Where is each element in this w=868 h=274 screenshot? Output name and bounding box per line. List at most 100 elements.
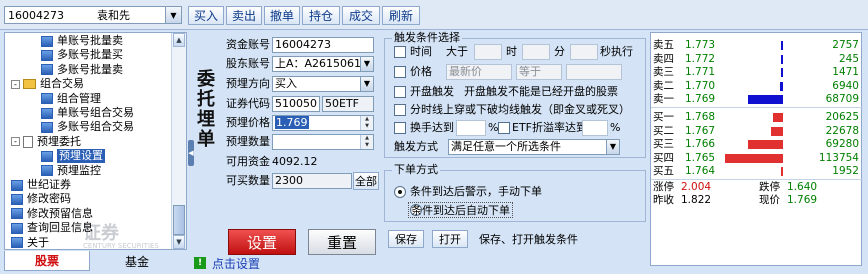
tree-item[interactable]: 多账号组合交易 [41, 120, 134, 134]
level-volume: 68709 [825, 93, 859, 105]
level-price: 1.767 [685, 124, 716, 137]
tree-item[interactable]: 预埋监控 [41, 164, 101, 178]
etf-premium-field[interactable] [582, 120, 608, 136]
volume-bar [781, 54, 783, 64]
buy-button[interactable]: 买入 [188, 6, 224, 25]
tree-item[interactable]: - 预埋委托 [11, 135, 81, 149]
price-op-select[interactable]: 等于 [516, 64, 562, 80]
level-price: 1.771 [685, 66, 716, 78]
save-button[interactable]: 保存 [388, 230, 424, 248]
scroll-down-icon[interactable]: ▼ [173, 235, 185, 249]
minute-field[interactable] [522, 44, 550, 60]
level-price: 1.766 [685, 138, 716, 150]
price-checkbox[interactable] [394, 66, 406, 78]
second-field[interactable] [570, 44, 598, 60]
set-button[interactable]: 设置 [228, 229, 296, 255]
tree-item[interactable]: 关于 [11, 236, 49, 249]
avail-fund-value: 4092.12 [272, 155, 318, 168]
tab-stock[interactable]: 股票 [4, 251, 90, 271]
direction-label: 预埋方向 [226, 77, 270, 90]
manual-order-radio[interactable] [394, 186, 406, 198]
tree-scrollbar[interactable]: ▲ ▼ [171, 33, 186, 249]
cancel-order-button[interactable]: 撤单 [264, 6, 300, 25]
hour-unit: 时 [506, 45, 517, 58]
chevron-down-icon[interactable]: ▼ [360, 57, 373, 71]
tree-item[interactable]: 世纪证券 [11, 178, 71, 192]
tree-item[interactable]: 修改预留信息 [11, 207, 93, 221]
sell-button[interactable]: 卖出 [226, 6, 262, 25]
collapse-icon[interactable]: - [11, 137, 20, 147]
price-ref-select[interactable]: 最新价 [446, 64, 512, 80]
tree-item[interactable]: 单账号批量卖 [41, 34, 123, 48]
scroll-thumb[interactable] [173, 205, 185, 235]
open-trigger-label: 开盘触发 [410, 85, 454, 98]
volume-bar [781, 167, 783, 176]
item-icon [41, 64, 53, 76]
qty-field[interactable]: ▲ ▼ [272, 134, 374, 150]
spinner-icon[interactable]: ▲ ▼ [360, 135, 373, 149]
stat-text: 昨收 [653, 194, 674, 206]
item-icon [11, 179, 23, 191]
stat-text: 2.004 [681, 181, 712, 193]
refresh-button[interactable]: 刷新 [382, 6, 420, 25]
tab-fund[interactable]: 基金 [94, 251, 180, 271]
account-selector[interactable]: 16004273 袁和先 ▼ [4, 6, 182, 24]
level-price: 1.770 [685, 79, 716, 92]
open-button[interactable]: 打开 [432, 230, 468, 248]
level-price: 1.765 [685, 151, 716, 164]
collapse-icon[interactable]: - [11, 79, 20, 89]
direction-select[interactable]: 买入 ▼ [272, 76, 374, 92]
level-volume: 113754 [818, 151, 859, 164]
collapse-panel-handle[interactable]: ◀ [188, 140, 194, 166]
greater-than-label: 大于 [446, 45, 468, 58]
minute-unit: 分 [554, 45, 565, 58]
manual-order-label: 条件到达后警示，手动下单 [410, 185, 542, 198]
tree-item-label: 组合交易 [40, 77, 84, 91]
code-field[interactable]: 510050 [272, 96, 320, 112]
account-name: 袁和先 [97, 9, 130, 22]
all-qty-button[interactable]: 全部 [353, 172, 379, 190]
trigger-mode-select[interactable]: 满足任意一个所选条件 ▼ [448, 139, 620, 155]
positions-button[interactable]: 持仓 [302, 6, 340, 25]
tree-item[interactable]: 修改密码 [11, 192, 71, 206]
chevron-down-icon[interactable]: ▼ [165, 7, 181, 23]
chevron-down-icon[interactable]: ▼ [360, 77, 373, 91]
tree-item[interactable]: 组合管理 [41, 92, 101, 106]
time-checkbox[interactable] [394, 46, 406, 58]
reset-button[interactable]: 重置 [308, 229, 376, 255]
turnover-checkbox[interactable] [394, 122, 406, 134]
turnover-field[interactable] [456, 120, 486, 136]
price-field[interactable]: 1.769 ▲ ▼ [272, 115, 374, 131]
tree-item[interactable]: 多账号批量卖 [41, 63, 123, 77]
tree-item[interactable]: 查询回显信息 [11, 221, 93, 235]
chevron-down-icon[interactable]: ▼ [606, 140, 619, 154]
etf-premium-pct: % [610, 121, 621, 134]
fund-account-field[interactable]: 16004273 [272, 37, 374, 53]
tree-item[interactable]: 单账号组合交易 [41, 106, 134, 120]
max-qty-label: 可买数量 [226, 174, 270, 187]
trades-button[interactable]: 成交 [342, 6, 380, 25]
open-trigger-checkbox[interactable] [394, 86, 406, 98]
intraday-checkbox[interactable] [394, 104, 406, 116]
tree-item[interactable]: - 组合交易 [11, 77, 84, 91]
tree-item[interactable]: 预埋设置 [41, 149, 105, 164]
tree-item[interactable]: 多账号批量买 [41, 48, 123, 62]
turnover-label: 换手达到 [410, 121, 454, 134]
security-name: 50ETF [322, 96, 374, 112]
volume-bar [780, 81, 783, 91]
stat-text: 跌停 [759, 181, 780, 193]
divider [651, 179, 863, 180]
level-price: 1.773 [685, 39, 716, 51]
level-label: 卖三 [653, 66, 674, 78]
holder-account-select[interactable]: 上A：A261506197 ▼ [272, 56, 374, 72]
level-label: 卖五 [653, 39, 674, 51]
price-label: 预埋价格 [226, 116, 270, 129]
scroll-up-icon[interactable]: ▲ [173, 33, 185, 47]
tree-item-label: 单账号批量卖 [57, 34, 123, 47]
spinner-icon[interactable]: ▲ ▼ [360, 116, 373, 130]
etf-premium-checkbox[interactable] [498, 122, 510, 134]
hour-field[interactable] [474, 44, 502, 60]
price-value-field[interactable] [566, 64, 622, 80]
item-icon [41, 107, 53, 119]
bid-row: 买一 1.768 20625 [651, 111, 863, 124]
